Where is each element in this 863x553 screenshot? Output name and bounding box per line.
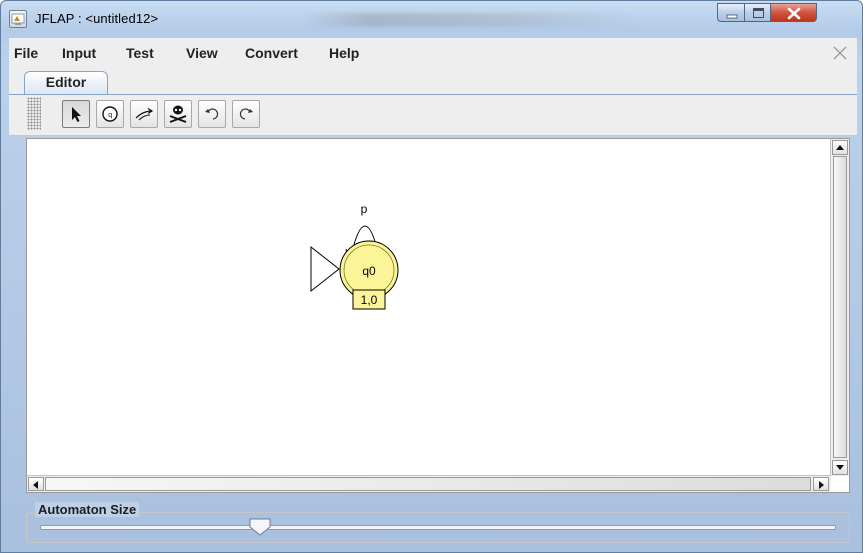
menu-input[interactable]: Input [62,45,96,61]
menu-test[interactable]: Test [126,45,154,61]
state-label: 1,0 [361,293,378,307]
blurred-title-region [301,13,641,27]
transition-label-p[interactable]: p [361,202,368,216]
menu-convert[interactable]: Convert [245,45,298,61]
redo-button[interactable] [232,100,260,128]
redo-icon [239,108,253,120]
close-icon [833,46,847,60]
arrow-down-icon [836,465,844,470]
tab-editor[interactable]: Editor [24,71,108,94]
svg-text:q: q [108,112,112,119]
arrow-right-icon [819,481,824,489]
slider-thumb-icon [249,518,271,536]
state-circle-icon: q [102,106,118,122]
undo-button[interactable] [198,100,226,128]
menu-help[interactable]: Help [329,45,359,61]
minimize-icon [726,14,738,19]
maximize-icon [753,8,764,18]
arrow-up-icon [836,145,844,150]
close-window-button[interactable] [770,3,817,22]
title-bar[interactable]: JFLAP : <untitled12> [1,1,862,37]
scroll-up-button[interactable] [832,140,848,155]
vertical-scroll-thumb[interactable] [833,156,847,458]
automaton-size-slider-track[interactable] [40,525,836,530]
initial-state-marker [310,245,340,293]
automaton-size-title: Automaton Size [35,502,140,517]
close-tab-button[interactable] [831,44,849,62]
close-icon [787,7,801,20]
window-title: JFLAP : <untitled12> [35,11,159,26]
transition-creator-button[interactable] [130,100,158,128]
skull-crossbones-icon [169,105,187,123]
automaton-canvas[interactable]: p q0 1,0 [27,139,831,477]
horizontal-scroll-thumb[interactable] [45,477,811,491]
arrow-pointer-icon [72,107,81,122]
undo-icon [205,108,219,120]
arrow-left-icon [33,481,38,489]
automaton-size-slider-thumb[interactable] [249,518,271,536]
attribute-editor-button[interactable] [62,100,90,128]
scroll-left-button[interactable] [28,477,44,491]
horizontal-scrollbar[interactable] [27,475,831,492]
scroll-right-button[interactable] [813,477,829,491]
editor-tab-strip: Editor [9,68,857,95]
vertical-scrollbar[interactable] [830,139,849,476]
maximize-button[interactable] [744,3,771,22]
state-creator-button[interactable]: q [96,100,124,128]
menu-file[interactable]: File [14,45,38,61]
menu-bar: File Input Test View Convert Help [9,38,857,69]
editor-toolbar: q [9,95,857,136]
automaton-canvas-panel: p q0 1,0 [26,138,850,493]
scroll-down-button[interactable] [832,460,848,475]
jflap-app-icon [9,10,27,28]
state-name: q0 [362,264,376,278]
toolbar-grip[interactable] [27,97,41,130]
minimize-button[interactable] [717,3,745,22]
transition-arrow-icon [135,107,154,121]
deleter-button[interactable] [164,100,192,128]
app-window: JFLAP : <untitled12> File Input Test Vie… [0,0,863,553]
automaton-size-panel: Automaton Size [26,502,850,543]
menu-view[interactable]: View [186,45,218,61]
